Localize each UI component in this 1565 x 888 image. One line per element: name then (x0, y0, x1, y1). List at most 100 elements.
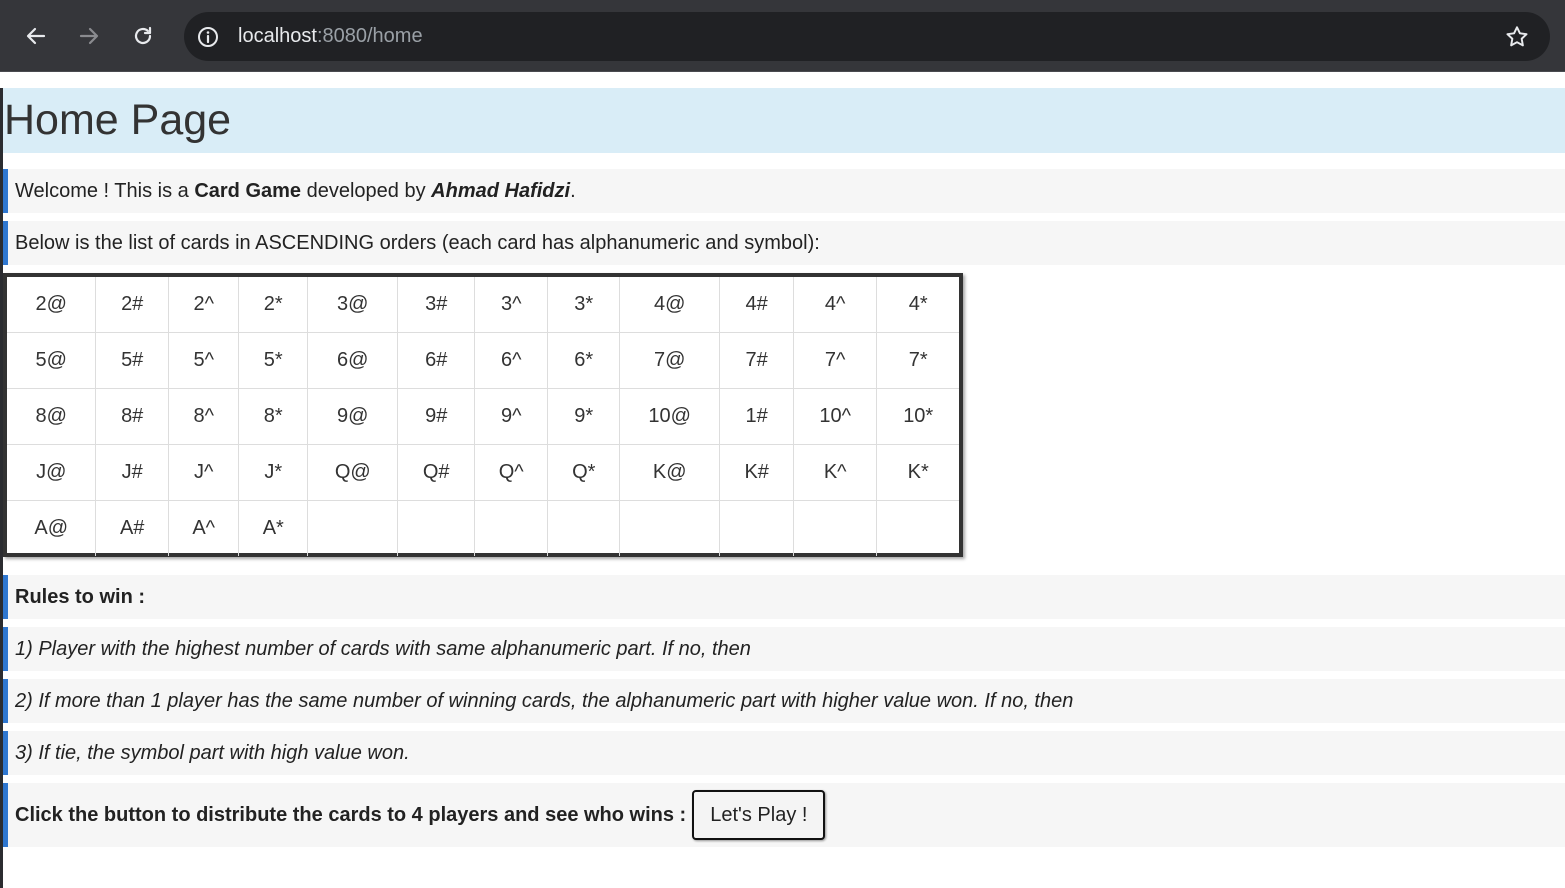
card-cell: 10@ (618, 388, 721, 445)
card-cell: K* (876, 444, 959, 501)
empty-cell (618, 500, 721, 556)
card-cell: 10* (876, 388, 959, 445)
welcome-suffix: . (570, 179, 576, 202)
card-cell: 5@ (7, 332, 97, 389)
lets-play-button[interactable]: Let's Play ! (692, 790, 826, 840)
card-cell: A^ (167, 500, 240, 556)
empty-cell (876, 500, 959, 556)
card-cell: J# (95, 444, 169, 501)
card-cell: 3@ (307, 277, 399, 333)
card-cell: J* (238, 444, 309, 501)
site-info-icon[interactable] (194, 23, 222, 51)
card-row: 5@ 5# 5^ 5* 6@ 6# 6^ 6* 7@ 7# 7^ 7* (7, 332, 959, 389)
url-host: localhost (238, 25, 317, 47)
card-cell: 2@ (7, 277, 97, 333)
card-cell: 7* (876, 332, 959, 389)
play-prompt-text: Click the button to distribute the cards… (15, 803, 687, 826)
welcome-note: Welcome ! This is a Card Game developed … (3, 169, 1565, 213)
play-prompt: Click the button to distribute the cards… (3, 783, 1565, 847)
browser-toolbar: localhost:8080/home (0, 0, 1565, 72)
rule-2: 2) If more than 1 player has the same nu… (3, 679, 1565, 723)
welcome-prefix: Welcome ! This is a (15, 179, 195, 202)
card-cell: Q# (397, 444, 475, 501)
empty-cell (547, 500, 620, 556)
card-cell: 3* (547, 277, 620, 333)
card-cell: 3^ (473, 277, 549, 333)
author-name: Ahmad Hafidzi (431, 179, 571, 202)
forward-button[interactable] (71, 18, 107, 54)
card-cell: K^ (792, 444, 878, 501)
empty-cell (397, 500, 475, 556)
address-bar[interactable]: localhost:8080/home (184, 12, 1550, 61)
card-cell: 4# (719, 277, 794, 333)
card-cell: 6@ (307, 332, 399, 389)
card-cell: 2* (238, 277, 309, 333)
rules-title-text: Rules to win : (15, 585, 145, 608)
rules-title: Rules to win : (3, 575, 1565, 619)
card-cell: 9# (397, 388, 475, 445)
rule-text: 2) If more than 1 player has the same nu… (15, 689, 1074, 712)
page-header: Home Page (3, 88, 1565, 153)
card-cell: Q* (547, 444, 620, 501)
bookmark-star-icon[interactable] (1504, 24, 1530, 50)
card-cell: 5* (238, 332, 309, 389)
card-cell: 4^ (792, 277, 878, 333)
card-cell: K# (719, 444, 794, 501)
card-cell: 9@ (307, 388, 399, 445)
back-button[interactable] (18, 18, 54, 54)
card-row: J@ J# J^ J* Q@ Q# Q^ Q* K@ K# K^ K* (7, 444, 959, 501)
empty-cell (792, 500, 878, 556)
cards-intro: Below is the list of cards in ASCENDING … (3, 221, 1565, 265)
rule-text: 1) Player with the highest number of car… (15, 637, 751, 660)
rule-3: 3) If tie, the symbol part with high val… (3, 731, 1565, 775)
card-cell: 5^ (167, 332, 240, 389)
card-cell: J@ (7, 444, 97, 501)
card-cell: 7@ (618, 332, 721, 389)
card-cell: 3# (397, 277, 475, 333)
rule-1: 1) Player with the highest number of car… (3, 627, 1565, 671)
card-cell: 2# (95, 277, 169, 333)
card-cell: 7# (719, 332, 794, 389)
reload-button[interactable] (125, 18, 161, 54)
reload-icon (134, 26, 152, 45)
card-cell: 2^ (167, 277, 240, 333)
card-row: 2@ 2# 2^ 2* 3@ 3# 3^ 3* 4@ 4# 4^ 4* (7, 277, 959, 333)
card-cell: 9^ (473, 388, 549, 445)
empty-cell (719, 500, 794, 556)
card-cell: K@ (618, 444, 721, 501)
empty-cell (473, 500, 549, 556)
card-cell: 4* (876, 277, 959, 333)
card-cell: J^ (167, 444, 240, 501)
page-title: Home Page (4, 96, 232, 144)
card-row: 8@ 8# 8^ 8* 9@ 9# 9^ 9* 10@ 1# 10^ 10* (7, 388, 959, 445)
card-row: A@ A# A^ A* (7, 500, 959, 556)
card-cell: 1# (719, 388, 794, 445)
empty-cell (307, 500, 399, 556)
url-path: :8080/home (316, 25, 423, 47)
welcome-middle: developed by (301, 179, 432, 202)
page-content: Home Page Welcome ! This is a Card Game … (0, 88, 1565, 888)
card-cell: 8* (238, 388, 309, 445)
card-cell: 8@ (7, 388, 97, 445)
game-name: Card Game (194, 179, 302, 202)
rule-text: 3) If tie, the symbol part with high val… (15, 741, 410, 764)
back-icon (26, 27, 46, 45)
card-cell: 9* (547, 388, 620, 445)
forward-icon (79, 27, 99, 45)
card-cell: 7^ (792, 332, 878, 389)
card-cell: 10^ (792, 388, 878, 445)
card-cell: A# (95, 500, 169, 556)
window-edge (0, 88, 3, 888)
card-cell: A@ (7, 500, 97, 556)
card-cell: 6* (547, 332, 620, 389)
card-cell: Q^ (473, 444, 549, 501)
cards-intro-text: Below is the list of cards in ASCENDING … (15, 231, 820, 254)
cards-table: 2@ 2# 2^ 2* 3@ 3# 3^ 3* 4@ 4# 4^ 4* 5@ 5# 5^ 5* 6@ 6# 6^ 6*… (3, 273, 963, 557)
card-cell: Q@ (307, 444, 399, 501)
card-cell: 6^ (473, 332, 549, 389)
url-text: localhost:8080/home (238, 25, 423, 48)
card-cell: A* (238, 500, 309, 556)
card-cell: 6# (397, 332, 475, 389)
card-cell: 8# (95, 388, 169, 445)
card-cell: 5# (95, 332, 169, 389)
